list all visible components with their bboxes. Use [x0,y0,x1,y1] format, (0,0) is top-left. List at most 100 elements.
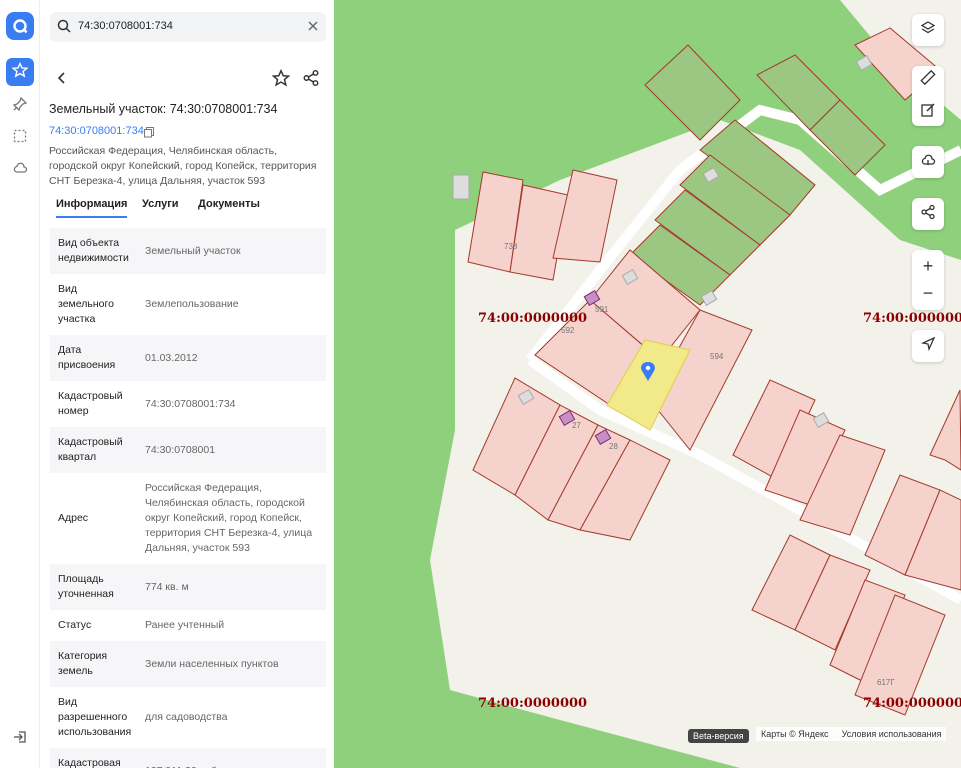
info-row: Кадастроваястоимость137,911.32 руб. [50,748,326,768]
map-attribution: Карты © Яндекс Условия использования [756,727,947,741]
app-rail [0,0,40,768]
locate-icon [920,336,936,357]
info-row: Вид земельного участка Землепользование [50,274,326,335]
info-row: Статус Ранее учтенный [50,610,326,641]
search-icon [56,18,72,39]
info-value: 774 кв. м [145,580,189,593]
edit-icon[interactable] [920,102,936,123]
object-title: Земельный участок: 74:30:0708001:734 [49,102,278,116]
plot-number: 617Г [877,678,895,687]
info-value: Земельный участок [145,244,241,257]
share-icon[interactable] [302,69,320,92]
plot-number: 738 [504,242,518,251]
info-value: 01.03.2012 [145,351,198,364]
upload-button[interactable] [912,146,944,178]
plot-number: 592 [561,326,575,335]
layers-icon [920,20,936,41]
info-label: недвижимости [58,252,129,264]
info-value: Дальняя, участок 593 [145,542,250,554]
info-label: использования [58,726,132,738]
copy-icon[interactable] [143,125,155,143]
info-label: Кадастровый [58,390,123,402]
info-row: Адрес Российская Федерация, Челябинская об… [50,473,326,564]
address-line: Российская Федерация, Челябинская област… [49,145,278,157]
info-label: присвоения [58,359,116,371]
pin-tool-button[interactable] [6,92,34,120]
info-value: Землепользование [145,298,239,310]
plot-number: 27 [572,421,581,430]
cloud-button[interactable] [6,156,34,184]
search-input[interactable]: 74:30:0708001:734 [78,20,173,32]
info-row: Кадастровый номер 74:30:0708001:734 [50,381,326,427]
info-value: Ранее учтенный [145,619,225,631]
cadastral-number-link[interactable]: 74:30:0708001:734 [49,125,144,137]
cloud-icon [12,160,28,181]
zoom-controls: + − [912,250,944,310]
search-bar[interactable]: 74:30:0708001:734 [50,12,326,42]
object-panel: 74:30:0708001:734 Земельный участок: 74:… [40,0,334,768]
quarter-label: 74:00:0000000 [863,311,961,326]
info-label: уточненная [58,588,114,600]
info-label: Вид объекта [58,237,120,249]
info-value: округ Копейский, город Копейск, [145,512,302,524]
info-row: Кадастровый квартал 74:30:0708001 [50,427,326,473]
map-share-button[interactable] [912,198,944,230]
map-view[interactable]: 74:00:0000000 74:00:0000000 74:00:000000… [334,0,961,768]
zoom-in-icon[interactable]: + [923,256,934,277]
info-label: земельного [58,298,114,310]
info-label: Дата [58,344,82,356]
logo-icon[interactable] [6,12,34,40]
favorite-icon[interactable] [271,68,291,92]
plot-number: 28 [609,442,618,451]
address-line: городской округ Копейский, город Копейск… [49,160,317,172]
tab-documents[interactable]: Документы [198,198,260,210]
info-label: Кадастровая [58,757,121,768]
select-area-icon [12,128,28,149]
quarter-label: 74:00:0000000 [478,696,588,711]
info-label: Вид [58,283,77,295]
info-row: Категория земель Земли населенных пунктов [50,641,326,687]
info-value: 137,911.32 руб. [145,764,220,768]
quarter-label: 74:00:0000000 [863,696,961,711]
shed [452,174,470,200]
quarter-label: 74:00:0000000 [478,311,588,326]
terms-link[interactable]: Условия использования [842,729,942,739]
logout-icon [12,729,28,750]
info-value: Российская Федерация, [145,482,262,494]
info-value: Земли населенных пунктов [145,657,279,670]
favorites-rail-button[interactable] [6,58,34,86]
info-label: Адрес [58,512,89,524]
info-label: Статус [58,619,92,631]
close-icon[interactable] [306,19,320,38]
info-label: Категория [58,650,108,662]
map-canvas[interactable] [334,0,961,768]
info-label: участка [58,313,96,325]
back-arrow-icon[interactable] [54,70,70,91]
pin-tool-icon [12,96,28,117]
logout-button[interactable] [6,725,34,753]
tab-services[interactable]: Услуги [142,198,179,210]
info-value: для садоводства [145,711,228,723]
upload-icon [920,152,936,173]
address-line: СНТ Березка-4, улица Дальняя, участок 59… [49,175,266,187]
tools-group [912,66,944,126]
info-value: Челябинская область, городской [145,497,305,509]
layers-button[interactable] [912,14,944,46]
info-row: Вид разрешенного использования для садоводс… [50,687,326,748]
info-value: территория СНТ Березка-4, улица [145,527,313,539]
yandex-attribution[interactable]: Карты © Яндекс [761,729,829,739]
info-label: Вид [58,696,77,708]
info-value: 74:30:0708001 [145,443,216,456]
zoom-out-icon[interactable]: − [923,283,934,304]
info-label: Площадь [58,573,104,585]
info-label: номер [58,405,89,417]
info-row: Вид объекта недвижимости Земельный участок [50,228,326,274]
locate-button[interactable] [912,330,944,362]
info-row: Площадь уточненная 774 кв. м [50,564,326,610]
tab-information[interactable]: Информация [56,198,128,218]
info-label: земель [58,665,93,677]
ruler-icon[interactable] [920,69,936,90]
info-label: квартал [58,451,97,463]
select-area-button[interactable] [6,124,34,152]
route-share-icon [920,204,936,225]
